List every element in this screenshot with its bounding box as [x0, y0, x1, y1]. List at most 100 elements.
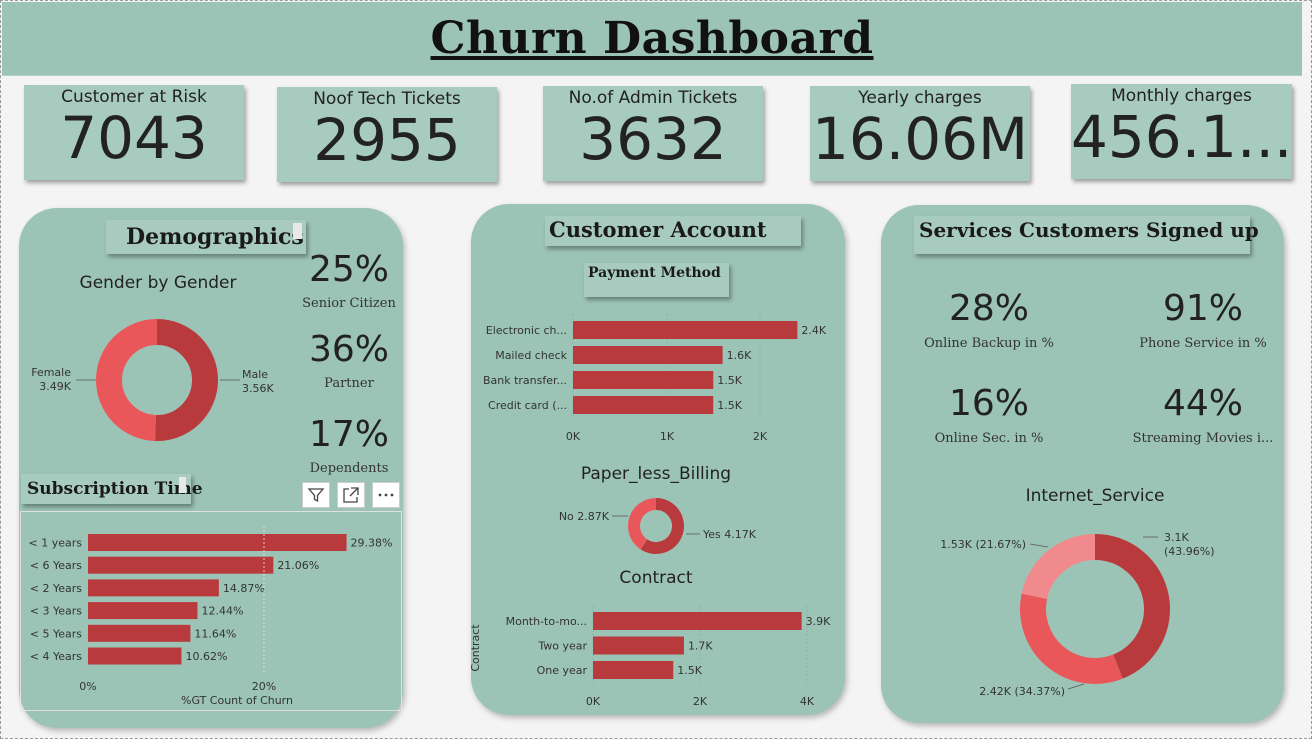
kpi-customer-at-risk[interactable]: Customer at Risk 7043 [24, 85, 244, 180]
data-label: 11.64% [194, 627, 236, 640]
donut-slice-no[interactable] [628, 498, 657, 550]
category-label: < 1 years [29, 537, 83, 550]
bar-1[interactable] [573, 346, 723, 364]
header-scroll-marker [293, 223, 302, 239]
female-value: 3.49K [39, 380, 71, 393]
bar-1[interactable] [88, 556, 274, 574]
x-tick: 2K [753, 430, 768, 443]
data-label: 10.62% [185, 650, 227, 663]
category-label: Credit card (... [488, 399, 567, 412]
subscription-header: Subscription Time [21, 474, 203, 504]
payment-method-chart[interactable]: Electronic ch... 2.4K Mailed check 1.6K Bank… [474, 312, 842, 447]
gender-chart-title: Gender by Gender [79, 273, 237, 293]
data-label: 29.38% [351, 537, 393, 550]
streaming-movies-value: 44% [1162, 383, 1243, 424]
kpi-yearly-charges[interactable]: Yearly charges 16.06M [810, 86, 1030, 181]
bar-4[interactable] [88, 624, 191, 642]
payment-method-header: Payment Method [584, 263, 729, 297]
paperless-donut [628, 498, 684, 554]
online-backup-label: Online Backup in % [924, 336, 1054, 351]
category-label: Two year [537, 640, 587, 653]
donut-slice-internet-3[interactable] [1021, 534, 1096, 600]
paperless-donut-chart[interactable]: No 2.87K Yes 4.17K [540, 494, 780, 558]
more-options-button[interactable] [372, 482, 400, 508]
title-bar: Churn Dashboard [2, 2, 1302, 76]
bar-5[interactable] [88, 647, 182, 665]
data-label: 1.6K [727, 349, 752, 362]
focus-mode-button[interactable] [337, 482, 365, 508]
data-label: 1.5K [717, 374, 742, 387]
kpi-tech-tickets[interactable]: Noof Tech Tickets 2955 [277, 87, 497, 182]
y-axis-label: Contract [469, 624, 482, 672]
online-security-value: 16% [948, 383, 1029, 424]
kpi-value: 16.06M [811, 105, 1029, 173]
bar-1[interactable] [593, 636, 684, 655]
bar-2[interactable] [573, 371, 714, 389]
services-header: Services Customers Signed up [914, 216, 1259, 254]
slice-leader-line [1067, 683, 1085, 690]
header-scroll-marker [179, 477, 186, 493]
data-label: 1.5K [717, 399, 742, 412]
kpi-monthly-charges[interactable]: Monthly charges 456.1... [1071, 84, 1292, 179]
category-label: < 6 Years [30, 559, 82, 572]
slice-label-internet-2: 2.42K (34.37%) [979, 685, 1065, 698]
bar-2[interactable] [593, 661, 674, 679]
senior-citizen-value: 25% [308, 249, 389, 290]
data-label: 1.7K [688, 640, 713, 653]
dashboard-title: Churn Dashboard [430, 13, 874, 64]
bar-3[interactable] [88, 602, 198, 620]
data-label: 21.06% [277, 559, 319, 572]
kpi-value: 2955 [313, 106, 461, 174]
category-label: Mailed check [495, 349, 567, 362]
subscription-bars: < 1 years 29.38% < 6 Years 21.06% < 2 Years 1… [29, 526, 393, 672]
dependents-value: 17% [308, 414, 389, 455]
donut-slice-internet-2[interactable] [1020, 593, 1123, 684]
internet-service-donut-chart[interactable]: 3.1K (43.96%) 1.53K (21.67%) 2.42K (34.3… [900, 515, 1270, 705]
x-tick: 1K [660, 430, 675, 443]
kpi-admin-tickets[interactable]: No.of Admin Tickets 3632 [543, 86, 763, 181]
filter-button[interactable] [302, 482, 330, 508]
online-backup-value: 28% [948, 288, 1029, 329]
customer-account-header: Customer Account [545, 216, 801, 246]
donut-slice-male[interactable] [155, 319, 218, 441]
data-label: 12.44% [201, 605, 243, 618]
bar-0[interactable] [593, 612, 802, 630]
slice-leader-line [1029, 543, 1049, 548]
bar-0[interactable] [573, 321, 798, 339]
x-tick: 0% [79, 680, 96, 693]
partner-label: Partner [324, 376, 374, 391]
category-label: < 3 Years [30, 605, 82, 618]
contract-title: Contract [619, 568, 693, 588]
contract-chart[interactable]: Contract Month-to-mo... 3.9K Two year 1.7K O… [468, 604, 842, 714]
partner-value: 36% [308, 329, 389, 370]
donut-slice-female[interactable] [96, 319, 158, 441]
internet-service-title: Internet_Service [1025, 486, 1165, 506]
data-label: 14.87% [223, 582, 265, 595]
female-label: Female [31, 366, 71, 379]
paperless-no-label: No 2.87K [559, 510, 610, 523]
payment-bars: Electronic ch... 2.4K Mailed check 1.6K Bank… [483, 321, 827, 414]
paperless-title: Paper_less_Billing [580, 464, 732, 484]
slice-label-internet-3: 1.53K (21.67%) [940, 538, 1026, 551]
data-label: 3.9K [806, 615, 831, 628]
gender-donut-chart[interactable]: Female 3.49K Male 3.56K [24, 310, 314, 455]
dependents-label: Dependents [309, 461, 389, 476]
contract-bars: Month-to-mo... 3.9K Two year 1.7K One year 1.… [506, 612, 831, 679]
filter-icon [307, 488, 325, 503]
x-tick: 2K [693, 695, 708, 708]
slice-label-internet-1: 3.1K [1164, 531, 1189, 544]
senior-citizen-label: Senior Citizen [302, 296, 396, 311]
online-security-label: Online Sec. in % [934, 431, 1044, 446]
category-label: < 4 Years [30, 650, 82, 663]
streaming-movies-label: Streaming Movies i... [1132, 431, 1274, 446]
subscription-bar-chart[interactable]: < 1 years 29.38% < 6 Years 21.06% < 2 Years 1… [20, 511, 402, 711]
bar-3[interactable] [573, 396, 714, 414]
x-tick: 0K [586, 695, 601, 708]
male-label: Male [242, 368, 268, 381]
category-label: Electronic ch... [486, 324, 567, 337]
donut-slice-internet-1[interactable] [1094, 534, 1170, 679]
bar-0[interactable] [88, 534, 347, 551]
category-label: < 2 Years [30, 582, 82, 595]
male-value: 3.56K [242, 382, 274, 395]
bar-2[interactable] [88, 579, 219, 597]
